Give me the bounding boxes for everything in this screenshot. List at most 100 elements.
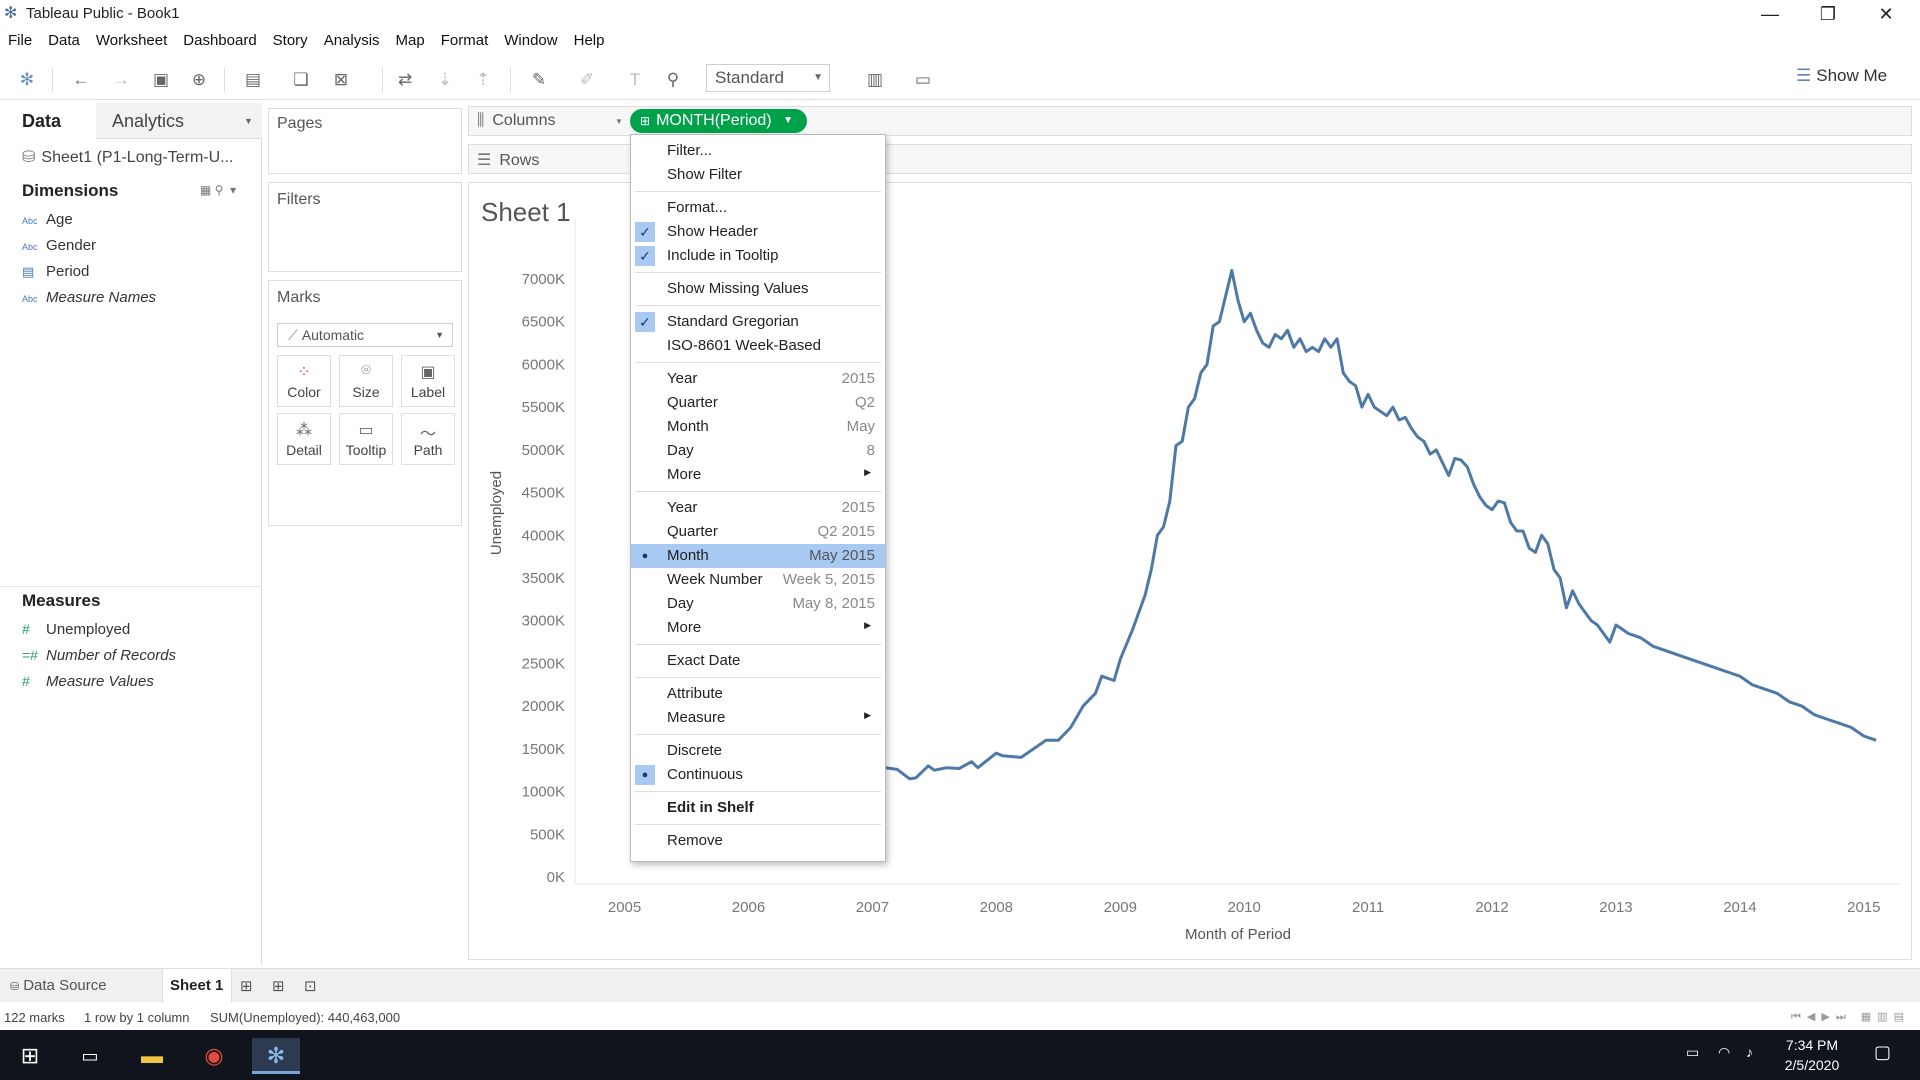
field-unemployed[interactable]: # Unemployed	[22, 621, 130, 641]
chevron-down-icon[interactable]: ▼	[244, 116, 253, 126]
color-button[interactable]: ⁘ Color	[277, 355, 331, 407]
new-story-tab-icon[interactable]: ⊡	[304, 977, 317, 995]
string-type-icon: Abc	[22, 216, 38, 226]
menu-help[interactable]: Help	[566, 30, 613, 54]
menu-item-show-header[interactable]: ✓ Show Header	[631, 220, 885, 244]
new-worksheet-icon[interactable]: ▤	[240, 68, 266, 92]
presentation-mode-icon[interactable]: ▭	[910, 68, 936, 92]
clock[interactable]: 7:34 PM 2/5/2020	[1762, 1035, 1862, 1075]
field-period[interactable]: ▤ Period	[22, 263, 89, 283]
highlight-icon[interactable]: ✎	[526, 68, 552, 92]
menu-item-show-missing-values[interactable]: Show Missing Values	[631, 277, 885, 301]
sort-ascending-icon[interactable]: ⇣	[432, 68, 458, 92]
battery-icon[interactable]: ▭	[1686, 1044, 1699, 1061]
menu-item-year[interactable]: Year 2015	[631, 496, 885, 520]
menu-item-quarter[interactable]: Quarter Q2 2015	[631, 520, 885, 544]
duplicate-sheet-icon[interactable]: ❏	[288, 68, 314, 92]
wifi-icon[interactable]: ◠	[1718, 1044, 1730, 1061]
tab-analytics[interactable]: Analytics	[112, 111, 184, 132]
tooltip-button[interactable]: ▭ Tooltip	[339, 413, 393, 465]
pin-axes-icon[interactable]: ⚲	[660, 68, 686, 92]
tableau-start-icon[interactable]: ✻	[14, 68, 40, 92]
pages-card[interactable]: Pages	[268, 108, 462, 174]
menu-item-week-number[interactable]: Week Number Week 5, 2015	[631, 568, 885, 592]
show-me-button[interactable]: ☰ Show Me	[1796, 66, 1887, 86]
menu-window[interactable]: Window	[496, 30, 565, 54]
menu-item-remove[interactable]: Remove	[631, 829, 885, 853]
menu-item-edit-in-shelf[interactable]: Edit in Shelf	[631, 796, 885, 820]
menu-item-filter[interactable]: Filter...	[631, 139, 885, 163]
field-gender[interactable]: Abc Gender	[22, 237, 96, 257]
save-icon[interactable]: ▣	[148, 68, 174, 92]
file-explorer-icon[interactable]: ▬	[128, 1038, 176, 1074]
detail-button[interactable]: ⁂ Detail	[277, 413, 331, 465]
menu-item-include-in-tooltip[interactable]: ✓ Include in Tooltip	[631, 244, 885, 268]
menu-item-discrete[interactable]: Discrete	[631, 739, 885, 763]
menu-item-measure[interactable]: Measure ▶	[631, 706, 885, 730]
undo-icon[interactable]: ←	[68, 68, 94, 92]
field-measure-names[interactable]: Abc Measure Names	[22, 289, 156, 309]
redo-icon[interactable]: →	[108, 68, 134, 92]
menu-item-quarter[interactable]: Quarter Q2	[631, 391, 885, 415]
volume-icon[interactable]: ♪	[1746, 1044, 1753, 1060]
menu-format[interactable]: Format	[433, 30, 497, 54]
group-members-icon[interactable]: ✐	[574, 68, 600, 92]
task-view-icon[interactable]: ▭	[66, 1038, 114, 1074]
field-number-of-records[interactable]: =# Number of Records	[22, 647, 176, 667]
fit-select[interactable]: Standard ▼	[706, 64, 830, 92]
mark-type-select[interactable]: ⟋ Automatic ▼	[277, 323, 453, 347]
menu-item-month[interactable]: Month May	[631, 415, 885, 439]
field-age[interactable]: Abc Age	[22, 211, 73, 231]
menu-item-exact-date[interactable]: Exact Date	[631, 649, 885, 673]
sort-descending-icon[interactable]: ⇡	[470, 68, 496, 92]
new-dashboard-tab-icon[interactable]: ⊞	[272, 977, 285, 995]
menu-dashboard[interactable]: Dashboard	[175, 30, 264, 54]
menu-item-standard-gregorian[interactable]: ✓ Standard Gregorian	[631, 310, 885, 334]
new-worksheet-tab-icon[interactable]: ⊞	[240, 977, 253, 995]
month-period-pill[interactable]: ⊞ MONTH(Period) ▼	[630, 109, 807, 133]
view-navigation-icons[interactable]: ⏮◀▶⏭ ▦▥▤	[1791, 1010, 1910, 1024]
swap-rows-columns-icon[interactable]: ⇄	[392, 68, 418, 92]
menu-item-day[interactable]: Day 8	[631, 439, 885, 463]
minimize-button[interactable]: —	[1750, 2, 1790, 26]
filters-card[interactable]: Filters	[268, 182, 462, 272]
menu-story[interactable]: Story	[265, 30, 316, 54]
close-button[interactable]: ✕	[1866, 2, 1906, 26]
restore-button[interactable]: ❐	[1808, 2, 1848, 26]
menu-item-value: Week 5, 2015	[782, 571, 875, 588]
menu-item-continuous[interactable]: ● Continuous	[631, 763, 885, 787]
menu-item-year[interactable]: Year 2015	[631, 367, 885, 391]
tab-data[interactable]: Data	[22, 111, 61, 132]
menu-item-iso-8601-week-based[interactable]: ISO-8601 Week-Based	[631, 334, 885, 358]
chrome-icon[interactable]: ◉	[190, 1038, 238, 1074]
menu-item-value: 8	[866, 442, 875, 459]
size-button[interactable]: ⌾ Size	[339, 355, 393, 407]
tab-data-source[interactable]: ⛁ Data Source	[10, 977, 107, 994]
tableau-taskbar-icon[interactable]: ✻	[252, 1038, 300, 1074]
tab-sheet-1[interactable]: Sheet 1	[170, 977, 223, 994]
menu-data[interactable]: Data	[40, 30, 88, 54]
notifications-icon[interactable]: ▢	[1874, 1042, 1891, 1063]
menu-item-more[interactable]: More ▶	[631, 616, 885, 640]
menu-item-format[interactable]: Format...	[631, 196, 885, 220]
path-button[interactable]: 〜 Path	[401, 413, 455, 465]
menu-worksheet[interactable]: Worksheet	[88, 30, 175, 54]
field-measure-values[interactable]: # Measure Values	[22, 673, 154, 693]
label-button[interactable]: ▣ Label	[401, 355, 455, 407]
datasource-item[interactable]: ⛁ Sheet1 (P1-Long-Term-U...	[22, 147, 233, 167]
menu-file[interactable]: File	[0, 30, 40, 54]
add-datasource-icon[interactable]: ⊕	[186, 68, 212, 92]
show-mark-labels-icon[interactable]: T	[622, 68, 648, 92]
clear-sheet-icon[interactable]: ⊠	[328, 68, 354, 92]
menu-item-more[interactable]: More ▶	[631, 463, 885, 487]
show-cards-icon[interactable]: ▥	[862, 68, 888, 92]
dimension-tools[interactable]: ▦ ⚲ ▾	[200, 183, 236, 197]
chevron-down-icon[interactable]: ▼	[615, 117, 623, 126]
menu-analysis[interactable]: Analysis	[316, 30, 388, 54]
menu-item-attribute[interactable]: Attribute	[631, 682, 885, 706]
menu-item-show-filter[interactable]: Show Filter	[631, 163, 885, 187]
menu-item-month[interactable]: ● Month May 2015	[631, 544, 885, 568]
menu-map[interactable]: Map	[388, 30, 433, 54]
windows-start-icon[interactable]: ⊞	[6, 1038, 54, 1074]
menu-item-day[interactable]: Day May 8, 2015	[631, 592, 885, 616]
